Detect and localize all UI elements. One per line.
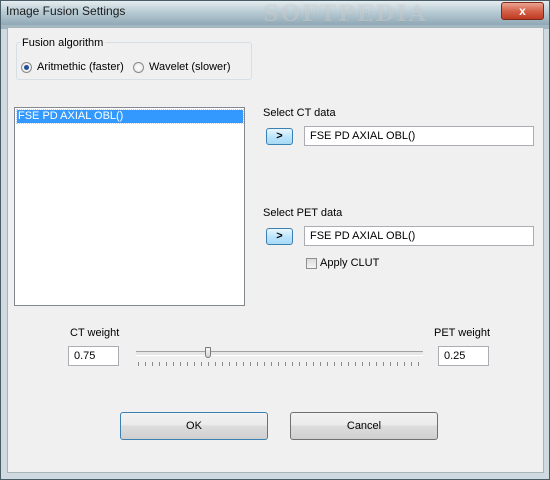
apply-clut-checkbox[interactable] — [306, 258, 317, 269]
pet-weight-field[interactable]: 0.25 — [438, 346, 489, 366]
apply-clut-label: Apply CLUT — [320, 257, 380, 269]
fusion-algorithm-label: Fusion algorithm — [20, 37, 106, 49]
select-pet-label: Select PET data — [263, 207, 343, 219]
radio-arithmetic-button[interactable] — [21, 61, 32, 73]
dialog-body: Fusion algorithm Aritmethic (faster) Wav… — [7, 27, 544, 473]
ok-button[interactable]: OK — [120, 412, 268, 440]
close-icon: x — [519, 4, 526, 18]
title-bar[interactable]: Image Fusion Settings SOFTPEDIA x — [1, 1, 549, 27]
radio-arithmetic-label: Aritmethic (faster) — [37, 61, 124, 73]
select-ct-button[interactable]: > — [266, 128, 293, 145]
slider-ticks — [138, 362, 421, 366]
list-item[interactable]: FSE PD AXIAL OBL() — [16, 109, 244, 124]
radio-wavelet-label: Wavelet (slower) — [149, 61, 231, 73]
weight-slider-track[interactable] — [136, 351, 423, 356]
radio-wavelet-button[interactable] — [133, 61, 144, 73]
ct-weight-label: CT weight — [70, 327, 120, 339]
dialog-window: Image Fusion Settings SOFTPEDIA x Fusion… — [0, 0, 550, 480]
pet-data-field[interactable]: FSE PD AXIAL OBL() — [304, 226, 534, 246]
pet-weight-label: PET weight — [434, 327, 491, 339]
select-ct-label: Select CT data — [263, 107, 336, 119]
weight-slider-thumb[interactable] — [204, 347, 211, 358]
ct-weight-field[interactable]: 0.75 — [68, 346, 119, 366]
window-title: Image Fusion Settings — [6, 4, 126, 18]
radio-arithmetic[interactable]: Aritmethic (faster) — [21, 59, 124, 75]
close-button[interactable]: x — [501, 2, 544, 20]
ct-data-field[interactable]: FSE PD AXIAL OBL() — [304, 126, 534, 146]
radio-wavelet[interactable]: Wavelet (slower) — [133, 59, 231, 75]
series-listbox[interactable]: FSE PD AXIAL OBL() — [14, 107, 245, 306]
watermark-logo: SOFTPEDIA — [263, 1, 428, 27]
select-pet-button[interactable]: > — [266, 228, 293, 245]
cancel-button[interactable]: Cancel — [290, 412, 438, 440]
